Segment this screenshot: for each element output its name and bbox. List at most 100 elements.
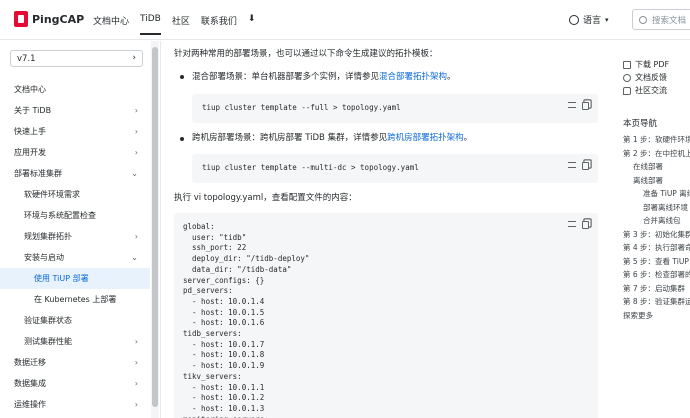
sidebar-item[interactable]: 运维操作 › xyxy=(0,394,150,415)
sidebar-item-label: 快速上手 xyxy=(14,127,46,136)
chevron-right-icon: › xyxy=(134,106,138,115)
top-header: PingCAP 文档中心 TiDB 社区 联系我们 ⬇ 语言 ▾ 搜索文档 xyxy=(0,0,690,40)
feedback-label: 文档反馈 xyxy=(635,73,667,82)
sidebar-item-label: 安装与启动 xyxy=(24,253,64,262)
sidebar-item[interactable]: 安装与启动 ⌄ xyxy=(0,247,150,268)
code-multi-text: tiup cluster template --multi-dc > topol… xyxy=(202,163,419,172)
chevron-down-icon: ▾ xyxy=(605,15,609,24)
code-block-topology: global: user: "tidb" ssh_port: 22 deploy… xyxy=(174,213,598,418)
sidebar-item[interactable]: 数据集成 › xyxy=(0,373,150,394)
community-label: 社区交流 xyxy=(635,86,667,95)
toc-item[interactable]: 第 1 步：软硬件环境需 xyxy=(623,133,690,147)
table-of-contents: 第 1 步：软硬件环境需第 2 步：在中控机上在线部署离线部署准备 TiUP 离… xyxy=(623,133,690,322)
toc-item[interactable]: 第 6 步：检查部署的 xyxy=(623,268,690,282)
search-placeholder: 搜索文档 xyxy=(652,15,687,26)
top-nav: 文档中心 TiDB 社区 联系我们 ⬇ xyxy=(93,14,255,35)
sidebar-item-label: 数据集成 xyxy=(14,379,46,388)
search-input[interactable]: 搜索文档 xyxy=(632,9,690,30)
bullet-mixed-deploy: 混合部署场景：单台机器部署多个实例，详情参见混合部署拓扑架构。 xyxy=(192,71,596,83)
sidebar-item[interactable]: 关于 TiDB › xyxy=(0,100,150,121)
sidebar-scrollbar[interactable] xyxy=(151,41,159,418)
code-actions xyxy=(568,221,589,229)
code-actions xyxy=(568,102,589,110)
docs-sidebar: v7.1 › 文档中心 关于 TiDB › 快速上手 › 应用开发 › 部署标准集群 ⌄ 软硬件环… xyxy=(0,41,161,418)
download-icon[interactable]: ⬇ xyxy=(248,14,256,35)
multi-dc-topology-link[interactable]: 跨机房部署拓扑架构 xyxy=(387,133,464,143)
toc-item[interactable]: 第 3 步：初始化集群 xyxy=(623,228,690,242)
chevron-right-icon: › xyxy=(134,127,138,136)
toc-item[interactable]: 在线部署 xyxy=(623,160,690,174)
chevron-right-icon: › xyxy=(134,148,138,157)
bullet-mixed-text: 混合部署场景：单台机器部署多个实例，详情参见 xyxy=(192,72,380,82)
sidebar-item-label: 测试集群性能 xyxy=(24,337,72,346)
toc-item[interactable]: 准备 TiUP 离线 xyxy=(623,187,690,201)
bullet-dot xyxy=(180,137,184,141)
chevron-down-icon: ⌄ xyxy=(131,253,138,262)
chevron-right-icon: › xyxy=(134,232,138,241)
mixed-topology-link[interactable]: 混合部署拓扑架构 xyxy=(379,72,447,82)
code-block-full: tiup cluster template --full > topology.… xyxy=(192,94,598,123)
copy-icon[interactable] xyxy=(582,162,589,170)
sidebar-item[interactable]: 部署标准集群 ⌄ xyxy=(0,163,150,184)
toc-item[interactable]: 第 4 步：执行部署命令 xyxy=(623,241,690,255)
toc-item[interactable]: 部署离线环境 xyxy=(623,201,690,215)
right-rail-links: 下载 PDF 文档反馈 社区交流 xyxy=(623,58,690,97)
globe-icon xyxy=(569,14,579,25)
wrap-icon[interactable] xyxy=(568,162,576,168)
nav-docs[interactable]: 文档中心 xyxy=(93,14,129,35)
sidebar-scroll-thumb[interactable] xyxy=(152,47,158,407)
bullet-mixed-end: 。 xyxy=(447,72,456,82)
bullet-multi-dc: 跨机房部署场景：跨机房部署 TiDB 集群，详情参见跨机房部署拓扑架构。 xyxy=(192,132,596,144)
sidebar-item[interactable]: 软硬件环境需求 xyxy=(0,184,150,205)
toc-item[interactable]: 合并离线包 xyxy=(623,214,690,228)
feedback-link[interactable]: 文档反馈 xyxy=(623,71,690,84)
code-topology-text: global: user: "tidb" ssh_port: 22 deploy… xyxy=(183,222,310,418)
sidebar-item[interactable]: 规划集群拓扑 › xyxy=(0,226,150,247)
code-actions xyxy=(568,162,589,170)
sidebar-item[interactable]: 数据迁移 › xyxy=(0,352,150,373)
sidebar-tree: 文档中心 关于 TiDB › 快速上手 › 应用开发 › 部署标准集群 ⌄ 软硬件环境需求 环境与系… xyxy=(0,79,150,415)
download-pdf-label: 下载 PDF xyxy=(635,60,670,69)
version-label: v7.1 xyxy=(17,54,36,64)
wrap-icon[interactable] xyxy=(568,221,576,227)
sidebar-item[interactable]: 环境与系统配置检查 xyxy=(0,205,150,226)
sidebar-item[interactable]: 使用 TiUP 部署 xyxy=(0,268,150,289)
sidebar-item-label: 运维操作 xyxy=(14,400,46,409)
sidebar-item[interactable]: 在 Kubernetes 上部署 xyxy=(0,289,150,310)
pingcap-logo[interactable]: PingCAP xyxy=(14,11,84,27)
pingcap-logo-icon xyxy=(14,11,28,27)
sidebar-item[interactable]: 应用开发 › xyxy=(0,142,150,163)
exec-text: 执行 vi topology.yaml，查看配置文件的内容： xyxy=(174,193,357,203)
nav-contact[interactable]: 联系我们 xyxy=(201,14,237,35)
sidebar-item-label: 在 Kubernetes 上部署 xyxy=(34,295,117,304)
copy-icon[interactable] xyxy=(582,102,589,110)
chevron-down-icon: ⌄ xyxy=(131,169,138,178)
chevron-right-icon: › xyxy=(134,358,138,367)
nav-tidb[interactable]: TiDB xyxy=(140,14,161,35)
sidebar-item-label: 文档中心 xyxy=(14,85,46,94)
sidebar-item[interactable]: 快速上手 › xyxy=(0,121,150,142)
sidebar-item[interactable]: 文档中心 xyxy=(0,79,150,100)
github-icon xyxy=(623,73,631,82)
toc-item[interactable]: 第 7 步：启动集群 xyxy=(623,282,690,296)
code-block-multi-dc: tiup cluster template --multi-dc > topol… xyxy=(192,154,598,183)
community-link[interactable]: 社区交流 xyxy=(623,84,690,97)
sidebar-item-label: 部署标准集群 xyxy=(14,169,62,178)
toc-item[interactable]: 探索更多 xyxy=(623,309,690,323)
toc-item[interactable]: 离线部署 xyxy=(623,174,690,188)
nav-community[interactable]: 社区 xyxy=(172,14,190,35)
toc-item[interactable]: 第 5 步：查看 TiUP xyxy=(623,255,690,269)
toc-item[interactable]: 第 8 步：验证集群运 xyxy=(623,295,690,309)
language-selector[interactable]: 语言 ▾ xyxy=(569,13,609,26)
toc-item[interactable]: 第 2 步：在中控机上 xyxy=(623,147,690,161)
sidebar-item[interactable]: 测试集群性能 › xyxy=(0,331,150,352)
language-label: 语言 xyxy=(583,16,602,26)
version-selector[interactable]: v7.1 › xyxy=(10,50,143,67)
copy-icon[interactable] xyxy=(582,221,589,229)
download-pdf-link[interactable]: 下载 PDF xyxy=(623,58,690,71)
wrap-icon[interactable] xyxy=(568,102,576,108)
search-icon xyxy=(639,15,647,24)
sidebar-item[interactable]: 验证集群状态 xyxy=(0,310,150,331)
toc-title: 本页导航 xyxy=(623,119,658,129)
sidebar-item-label: 数据迁移 xyxy=(14,358,46,367)
